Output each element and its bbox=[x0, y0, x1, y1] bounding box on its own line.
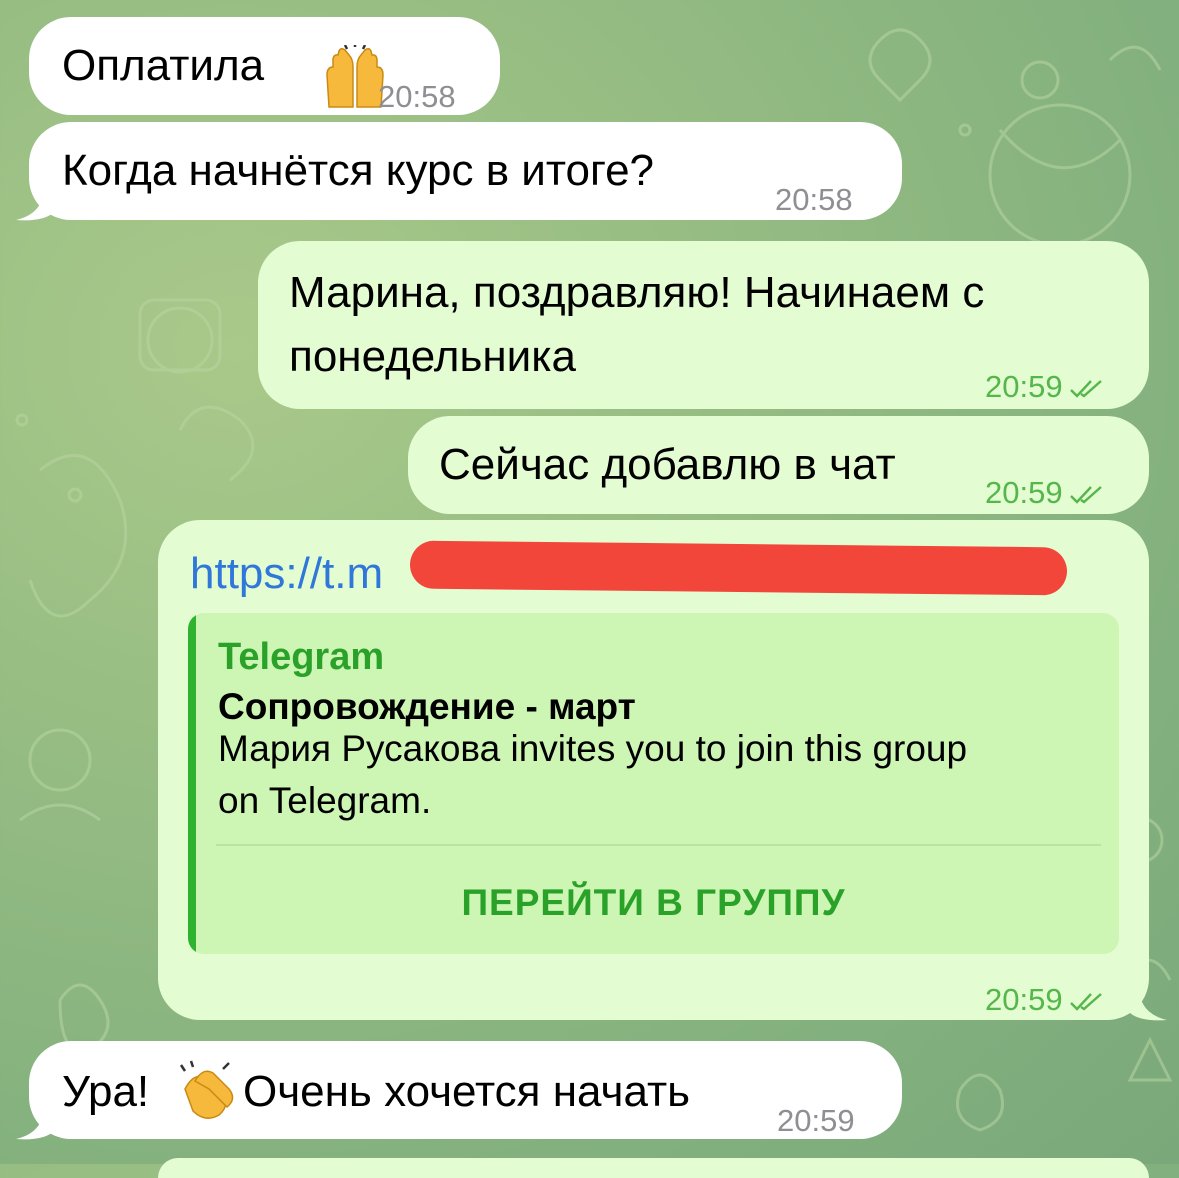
message-time: 20:59 bbox=[985, 357, 1103, 417]
message-bubble-incoming[interactable]: Когда начнётся курс в итоге? 20:58 bbox=[29, 122, 902, 220]
read-checkmarks-icon bbox=[1069, 992, 1102, 1011]
invite-link[interactable]: https://t.m bbox=[190, 544, 383, 604]
message-bubble-outgoing[interactable]: Сейчас добавлю в чат 20:59 bbox=[408, 416, 1149, 514]
message-bubble-outgoing-link[interactable]: https://t.m Telegram Сопровождение - мар… bbox=[158, 520, 1149, 1020]
redaction-mark bbox=[409, 540, 1068, 596]
message-text-line: понедельника bbox=[289, 332, 576, 381]
message-time-text: 20:59 bbox=[985, 475, 1063, 510]
message-time: 20:58 bbox=[378, 79, 456, 114]
link-preview-accent-bar bbox=[188, 613, 196, 954]
clapping-hands-emoji-icon bbox=[175, 1059, 241, 1137]
bubble-tail-icon bbox=[16, 190, 54, 221]
read-checkmarks-icon bbox=[1069, 485, 1102, 504]
message-time: 20:58 bbox=[775, 182, 853, 217]
message-text: Когда начнётся курс в итоге? bbox=[62, 146, 655, 195]
divider bbox=[216, 844, 1101, 846]
link-preview-card[interactable]: Telegram Сопровождение - март Мария Руса… bbox=[188, 613, 1119, 954]
link-preview-description-line: on Telegram. bbox=[218, 780, 432, 821]
message-bubble-outgoing-partial[interactable] bbox=[158, 1158, 1149, 1178]
message-time: 20:59 bbox=[985, 970, 1103, 1030]
message-time: 20:59 bbox=[777, 1103, 855, 1138]
join-group-button[interactable]: ПЕРЕЙТИ В ГРУППУ bbox=[198, 873, 1109, 933]
link-preview-description-line: Мария Русакова invites you to join this … bbox=[218, 728, 968, 769]
message-time: 20:59 bbox=[985, 463, 1103, 523]
message-bubble-incoming[interactable]: Ура! Очень хочется начать 20:59 bbox=[29, 1041, 902, 1139]
message-time-text: 20:59 bbox=[985, 982, 1063, 1017]
read-checkmarks-icon bbox=[1069, 379, 1102, 398]
message-bubble-outgoing[interactable]: Марина, поздравляю! Начинаем с понедельн… bbox=[258, 241, 1149, 409]
message-text-line: Марина, поздравляю! Начинаем с bbox=[289, 268, 985, 317]
bubble-tail-icon bbox=[16, 1109, 54, 1140]
message-text-prefix: Ура! bbox=[62, 1067, 162, 1116]
bubble-tail-icon bbox=[1129, 990, 1167, 1021]
message-text: Оплатила bbox=[62, 41, 265, 90]
message-text: Сейчас добавлю в чат bbox=[439, 440, 896, 489]
message-text: Очень хочется начать bbox=[243, 1067, 691, 1116]
message-bubble-incoming[interactable]: Оплатила 20:58 bbox=[29, 17, 500, 115]
message-time-text: 20:59 bbox=[985, 369, 1063, 404]
